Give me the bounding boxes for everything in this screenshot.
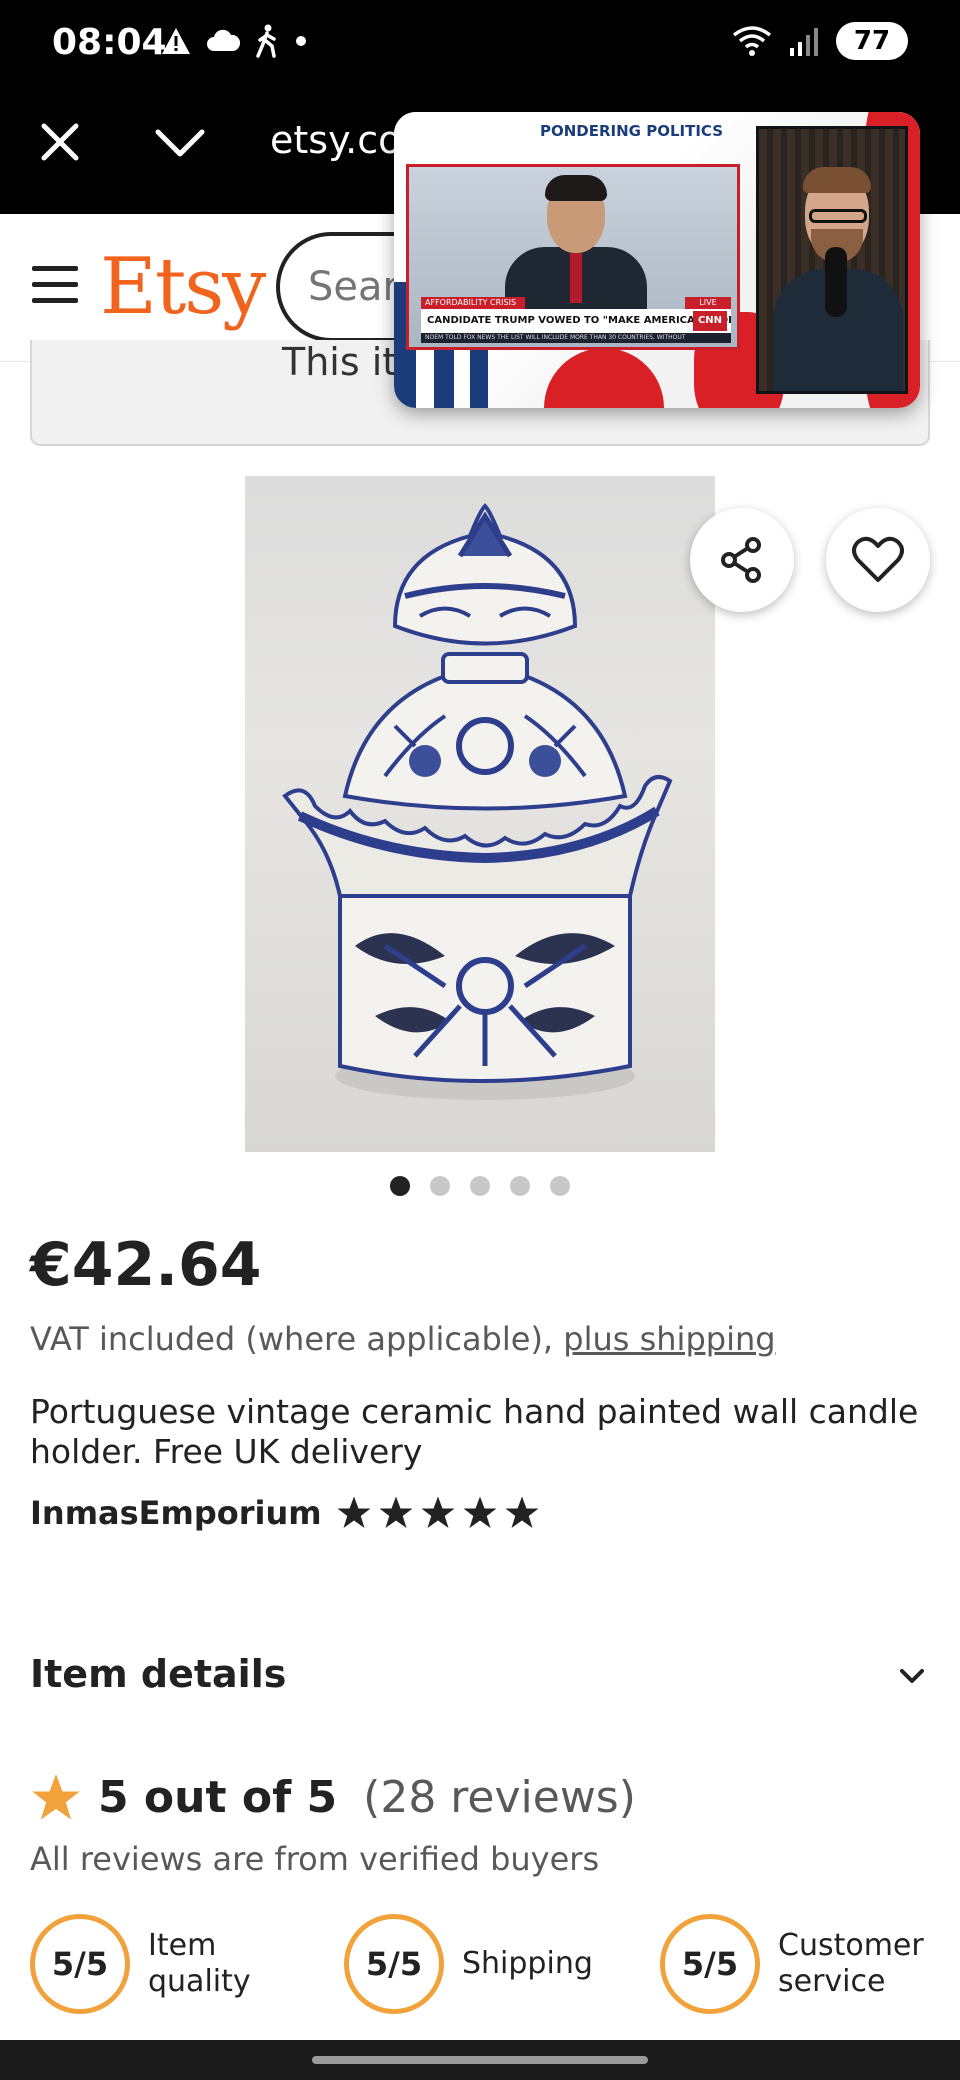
star-icon — [379, 1496, 413, 1528]
reviews-count: (28 reviews) — [363, 1772, 636, 1823]
home-gesture-handle[interactable] — [312, 2056, 648, 2064]
carousel-dot[interactable] — [430, 1176, 450, 1196]
score-circle: 5/5 — [30, 1914, 130, 2014]
dot-icon — [296, 36, 306, 46]
battery-icon: 77 — [836, 22, 908, 60]
product-title: Portuguese vintage ceramic hand painted … — [30, 1392, 919, 1471]
vat-text: VAT included (where applicable), — [30, 1320, 554, 1358]
star-icon — [32, 1774, 80, 1820]
score-label: Item quality — [148, 1928, 251, 1999]
vat-note: VAT included (where applicable), plus sh… — [30, 1320, 776, 1358]
star-icon — [337, 1496, 371, 1528]
walking-icon — [256, 24, 276, 58]
score-circle: 5/5 — [344, 1914, 444, 2014]
status-icons-right: 77 — [732, 22, 908, 60]
score-label: Customer service — [778, 1928, 924, 1999]
candle-holder-illustration — [282, 503, 673, 1100]
star-icon — [505, 1496, 539, 1528]
review-scores: 5/5 Item quality 5/5 Shipping 5/5 Custom… — [30, 1914, 950, 2014]
pip-video-player[interactable]: PONDERING POLITICS AFFORDABILITY CRISIS … — [394, 112, 920, 408]
share-button[interactable] — [690, 508, 794, 612]
shop-name-link[interactable]: InmasEmporium — [30, 1494, 322, 1532]
cloud-icon — [207, 29, 240, 51]
rating-text: 5 out of 5 — [98, 1772, 338, 1823]
shop-rating-stars — [336, 1495, 540, 1531]
close-icon[interactable] — [36, 118, 84, 166]
product-image[interactable] — [245, 476, 715, 1152]
star-icon — [421, 1496, 455, 1528]
pip-headline: CANDIDATE TRUMP VOWED TO "MAKE AMERICA A… — [421, 309, 731, 333]
verified-note: All reviews are from verified buyers — [30, 1840, 600, 1878]
item-details-toggle[interactable]: Item details — [30, 1644, 930, 1704]
warning-icon — [162, 28, 190, 54]
score-customer-service: 5/5 Customer service — [660, 1914, 928, 2014]
reviews-summary: 5 out of 5 (28 reviews) — [30, 1772, 636, 1824]
product-price: €42.64 — [30, 1230, 262, 1300]
share-icon — [721, 537, 761, 583]
pip-news-clip: AFFORDABILITY CRISIS LIVE CANDIDATE TRUM… — [406, 164, 740, 350]
pip-live-badge: LIVE — [685, 297, 731, 309]
score-item-quality: 5/5 Item quality — [30, 1914, 298, 2014]
status-icons-left — [160, 24, 308, 58]
carousel-dot[interactable] — [550, 1176, 570, 1196]
chevron-down-icon — [900, 1669, 924, 1683]
pip-ticker: NOEM TOLD FOX NEWS THE LIST WILL INCLUDE… — [421, 333, 731, 343]
image-carousel-dots — [390, 1176, 570, 1196]
url-bar[interactable]: etsy.co — [270, 118, 401, 162]
system-nav-bar — [0, 2040, 960, 2080]
item-details-label: Item details — [30, 1652, 287, 1696]
status-time: 08:04 — [52, 22, 167, 63]
pip-network-logo: CNN — [693, 311, 727, 331]
menu-icon[interactable] — [32, 266, 78, 306]
carousel-dot[interactable] — [390, 1176, 410, 1196]
star-icon — [463, 1496, 497, 1528]
carousel-dot[interactable] — [470, 1176, 490, 1196]
carousel-dot[interactable] — [510, 1176, 530, 1196]
score-shipping: 5/5 Shipping — [344, 1914, 612, 2014]
status-bar: 08:04 77 — [0, 0, 960, 92]
microphone-icon — [825, 247, 847, 317]
signal-icon — [790, 28, 818, 56]
shipping-link[interactable]: plus shipping — [563, 1320, 775, 1358]
pip-tag: AFFORDABILITY CRISIS — [421, 297, 525, 309]
heart-icon — [852, 536, 904, 582]
wifi-icon — [732, 26, 772, 56]
pip-host-camera — [756, 126, 908, 394]
shop-row: InmasEmporium — [30, 1494, 540, 1532]
score-circle: 5/5 — [660, 1914, 760, 2014]
score-label: Shipping — [462, 1946, 593, 1981]
favorite-button[interactable] — [826, 508, 930, 612]
banner-text: This it — [282, 340, 398, 384]
chevron-down-icon[interactable] — [152, 118, 208, 166]
etsy-logo[interactable]: Etsy — [100, 242, 266, 332]
pip-show-title: PONDERING POLITICS — [540, 122, 724, 140]
